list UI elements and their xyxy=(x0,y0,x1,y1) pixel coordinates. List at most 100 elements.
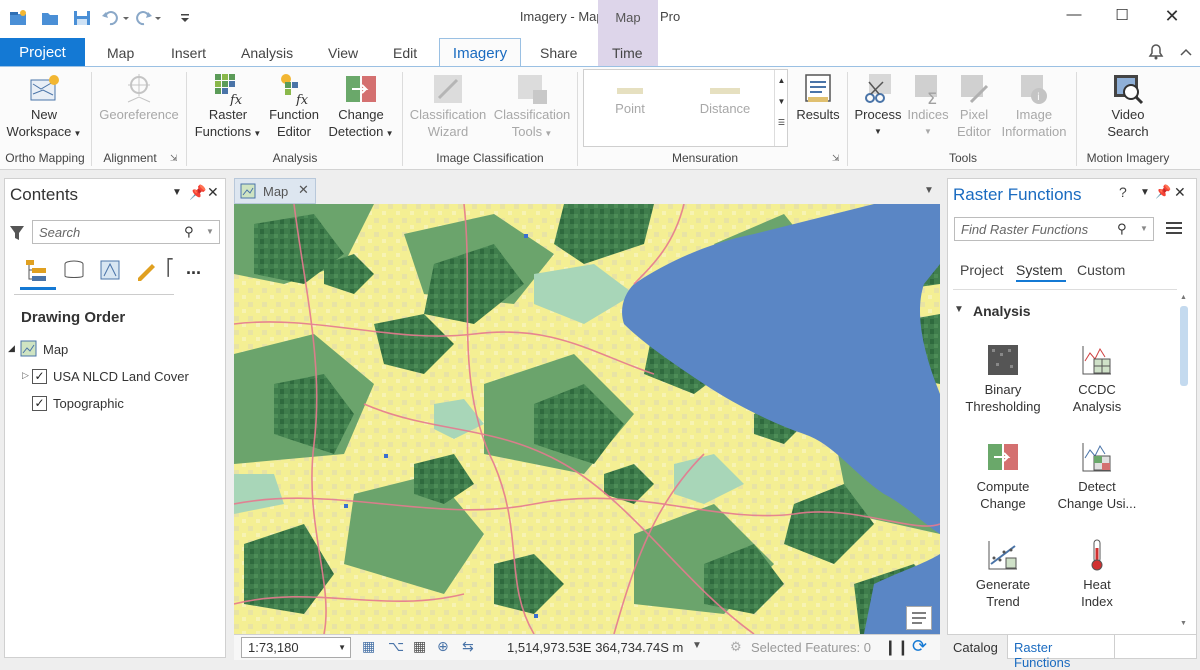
chevron-down-icon[interactable]: ▼ xyxy=(206,227,214,236)
pixel-editor-button[interactable]: Pixel Editor xyxy=(952,72,996,140)
maximize-icon[interactable]: ☐ xyxy=(1110,6,1134,28)
grid-icon[interactable]: ▦ xyxy=(413,638,426,655)
tree-item-usa-nlcd-land-cover[interactable]: USA NLCD Land Cover xyxy=(53,369,189,384)
snapping-icon[interactable]: ⊕ xyxy=(437,638,449,655)
rf-generate-trend[interactable]: Generate Trend xyxy=(958,538,1048,610)
tree-item-map[interactable]: Map xyxy=(43,342,68,357)
minimize-icon[interactable]: — xyxy=(1062,6,1086,28)
new-workspace-button[interactable]: New Workspace ▼ xyxy=(2,72,86,142)
pixel-editor-label-2: Editor xyxy=(957,124,991,139)
map-icon xyxy=(20,340,37,357)
video-search-button[interactable]: Video Search xyxy=(1090,72,1166,140)
pane-scrollbar-thumb[interactable] xyxy=(1180,306,1188,386)
change-detection-button[interactable]: Change Detection ▼ xyxy=(326,72,396,142)
tab-share[interactable]: Share xyxy=(540,45,577,61)
pane-menu-icon[interactable]: ▼ xyxy=(1140,187,1150,198)
scroll-down-icon[interactable]: ▼ xyxy=(1180,620,1188,628)
list-by-snapping-icon[interactable]: ⎡ xyxy=(166,258,174,278)
search-icon[interactable]: ⚲ xyxy=(1117,221,1127,237)
list-by-source-icon[interactable] xyxy=(62,258,86,282)
help-icon[interactable]: ? xyxy=(1119,184,1127,200)
raster-functions-button[interactable]: fx Raster Functions ▼ xyxy=(190,72,266,142)
gallery-up-icon[interactable]: ▲ xyxy=(775,76,788,85)
pin-icon[interactable]: 📌 xyxy=(189,184,206,201)
dialog-launcher-icon[interactable]: ⇲ xyxy=(170,153,178,164)
chevron-down-icon[interactable]: ▼ xyxy=(1140,224,1148,233)
layer-visibility-checkbox[interactable]: ✓ xyxy=(32,369,47,384)
fixed-zoom-icon[interactable]: ▦ xyxy=(362,638,375,655)
tab-view[interactable]: View xyxy=(328,45,358,61)
distance-button[interactable]: Distance xyxy=(690,84,760,117)
tab-project[interactable]: Project xyxy=(0,38,85,66)
tab-custom[interactable]: Custom xyxy=(1077,262,1125,278)
tab-analysis[interactable]: Analysis xyxy=(241,45,293,61)
navigate-icon[interactable]: ⇆ xyxy=(462,638,474,655)
tab-imagery[interactable]: Imagery xyxy=(439,38,521,68)
tree-item-topographic[interactable]: Topographic xyxy=(53,396,124,411)
tab-time[interactable]: Time xyxy=(612,45,643,61)
indices-button[interactable]: Σ Indices ▼ xyxy=(904,72,952,140)
expand-layer-icon[interactable]: ▷ xyxy=(22,370,29,381)
classification-wizard-icon xyxy=(431,72,465,106)
map-canvas[interactable] xyxy=(234,204,940,634)
tab-edit[interactable]: Edit xyxy=(393,45,417,61)
raster-functions-label-1: Raster xyxy=(208,107,248,122)
rf-detect-change[interactable]: Detect Change Usi... xyxy=(1052,440,1142,512)
collapse-ribbon-icon[interactable] xyxy=(1178,44,1194,60)
gallery-down-icon[interactable]: ▼ xyxy=(775,97,788,106)
gallery-scroll[interactable]: ▲ ▼ ☰ xyxy=(774,70,788,146)
close-icon[interactable]: ✕ xyxy=(1160,6,1184,28)
bottom-tab-catalog[interactable]: Catalog xyxy=(947,635,1007,659)
group-alignment: Alignment xyxy=(103,151,157,165)
close-pane-icon[interactable]: ✕ xyxy=(1174,184,1186,201)
filter-icon[interactable] xyxy=(8,224,26,242)
pin-icon[interactable]: 📌 xyxy=(1155,184,1171,200)
dialog-launcher-icon[interactable]: ⇲ xyxy=(832,153,840,164)
gallery-expand-icon[interactable]: ☰ xyxy=(775,118,788,127)
more-options-icon[interactable]: ... xyxy=(186,258,201,279)
bottom-tab-raster-functions[interactable]: Raster Functions xyxy=(1007,635,1115,670)
rf-binary-thresholding[interactable]: Binary Thresholding xyxy=(958,343,1048,415)
tab-map[interactable]: Map xyxy=(107,45,134,61)
pause-drawing-icon[interactable]: ❙❙ xyxy=(884,638,909,656)
pane-menu-icon[interactable]: ▼ xyxy=(172,187,182,198)
scale-tools-icon[interactable]: ⌥ xyxy=(388,638,404,655)
image-information-button[interactable]: i Image Information xyxy=(996,72,1072,140)
classification-wizard-button[interactable]: Classification Wizard xyxy=(406,72,490,140)
new-workspace-label-1: New xyxy=(30,107,57,122)
tab-project[interactable]: Project xyxy=(960,262,1004,278)
rf-compute-change[interactable]: Compute Change xyxy=(958,440,1048,512)
tab-list-icon[interactable]: ▼ xyxy=(924,185,934,196)
rf-ccdc-analysis[interactable]: CCDC Analysis xyxy=(1052,343,1142,415)
close-tab-icon[interactable]: ✕ xyxy=(298,182,309,198)
expand-map-icon[interactable]: ◢ xyxy=(8,343,15,354)
scale-input[interactable]: 1:73,180 ▼ xyxy=(241,637,351,658)
tab-system[interactable]: System xyxy=(1016,262,1063,278)
coordinate-units-dropdown-icon[interactable]: ▼ xyxy=(692,640,702,651)
list-by-drawing-order-icon[interactable] xyxy=(24,258,50,282)
compute-change-icon xyxy=(986,440,1020,474)
distance-icon xyxy=(690,84,760,100)
scroll-up-icon[interactable]: ▲ xyxy=(1180,294,1188,302)
tab-insert[interactable]: Insert xyxy=(171,45,206,61)
dropdown-arrow-icon: ▼ xyxy=(874,127,882,136)
results-button[interactable]: Results xyxy=(793,72,843,123)
list-by-selection-icon[interactable] xyxy=(98,258,122,282)
process-button[interactable]: Process ▼ xyxy=(852,72,904,140)
point-button[interactable]: Point xyxy=(598,84,662,117)
georeference-button[interactable]: Georeference xyxy=(94,72,184,123)
notifications-icon[interactable] xyxy=(1145,40,1167,62)
collapse-section-icon[interactable]: ▼ xyxy=(954,304,964,315)
list-by-editing-icon[interactable] xyxy=(134,258,158,282)
search-icon[interactable]: ⚲ xyxy=(184,224,194,240)
rf-heat-index[interactable]: Heat Index xyxy=(1052,538,1142,610)
classification-tools-button[interactable]: Classification Tools ▼ xyxy=(490,72,574,142)
binary-thresholding-icon xyxy=(986,343,1020,377)
function-editor-button[interactable]: fx Function Editor xyxy=(264,72,324,140)
menu-icon[interactable] xyxy=(1164,219,1184,237)
divider xyxy=(14,294,174,295)
layer-visibility-checkbox[interactable]: ✓ xyxy=(32,396,47,411)
close-pane-icon[interactable]: ✕ xyxy=(207,184,219,201)
map-notifications-icon[interactable] xyxy=(906,606,932,630)
refresh-icon[interactable]: ⟳ xyxy=(912,636,927,657)
